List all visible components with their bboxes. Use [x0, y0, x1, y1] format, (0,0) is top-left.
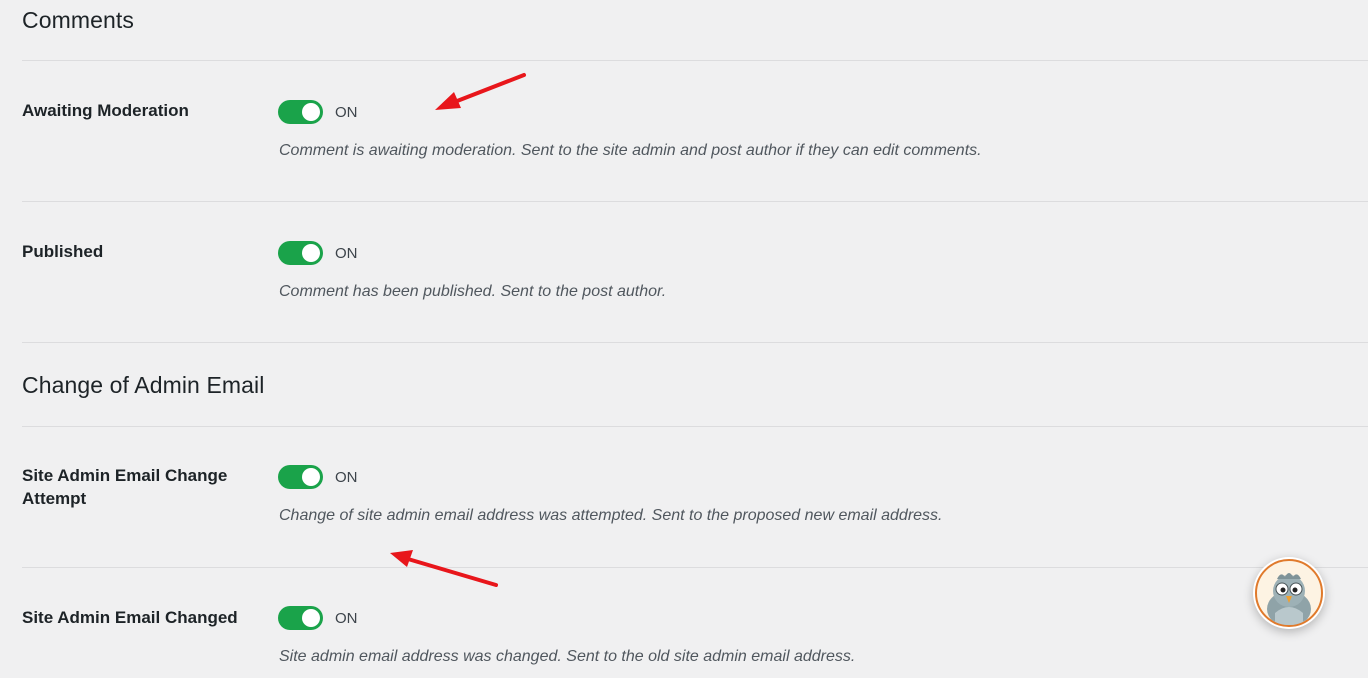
- toggle-state-label: ON: [335, 609, 358, 627]
- toggle-row-site-admin-email-changed: ON: [278, 606, 358, 630]
- toggle-row-site-admin-email-change-attempt: ON: [278, 465, 358, 489]
- divider: [22, 60, 1368, 61]
- description-awaiting-moderation: Comment is awaiting moderation. Sent to …: [279, 142, 982, 159]
- row-label-site-admin-email-changed: Site Admin Email Changed: [22, 608, 238, 627]
- site-admin-email-change-attempt-toggle[interactable]: [278, 465, 323, 489]
- section-title-change-of-admin-email: Change of Admin Email: [22, 372, 265, 398]
- published-toggle[interactable]: [278, 241, 323, 265]
- site-admin-email-changed-toggle[interactable]: [278, 606, 323, 630]
- awaiting-moderation-toggle[interactable]: [278, 100, 323, 124]
- notification-settings-page: Comments Awaiting Moderation ON Comment …: [0, 0, 1368, 678]
- description-published: Comment has been published. Sent to the …: [279, 283, 667, 300]
- toggle-state-label: ON: [335, 103, 358, 121]
- avatar: [1255, 559, 1323, 627]
- bird-mascot-icon: [1267, 573, 1311, 625]
- divider: [22, 342, 1368, 343]
- annotation-arrow-top: [435, 73, 526, 110]
- toggle-row-published: ON: [278, 241, 358, 265]
- description-site-admin-email-change-attempt: Change of site admin email address was a…: [279, 507, 943, 524]
- toggle-knob: [302, 468, 320, 486]
- divider: [22, 426, 1368, 427]
- divider: [22, 567, 1368, 568]
- row-label-site-admin-email-change-attempt: Site Admin Email Change Attempt: [22, 466, 228, 508]
- row-label-published: Published: [22, 242, 104, 261]
- toggle-row-awaiting-moderation: ON: [278, 100, 358, 124]
- row-label-awaiting-moderation: Awaiting Moderation: [22, 101, 189, 120]
- divider: [22, 201, 1368, 202]
- toggle-knob: [302, 609, 320, 627]
- section-title-comments: Comments: [22, 7, 134, 33]
- toggle-state-label: ON: [335, 244, 358, 262]
- chat-launcher-button[interactable]: [1253, 557, 1325, 629]
- toggle-state-label: ON: [335, 468, 358, 486]
- toggle-knob: [302, 103, 320, 121]
- description-site-admin-email-changed: Site admin email address was changed. Se…: [279, 648, 856, 665]
- toggle-knob: [302, 244, 320, 262]
